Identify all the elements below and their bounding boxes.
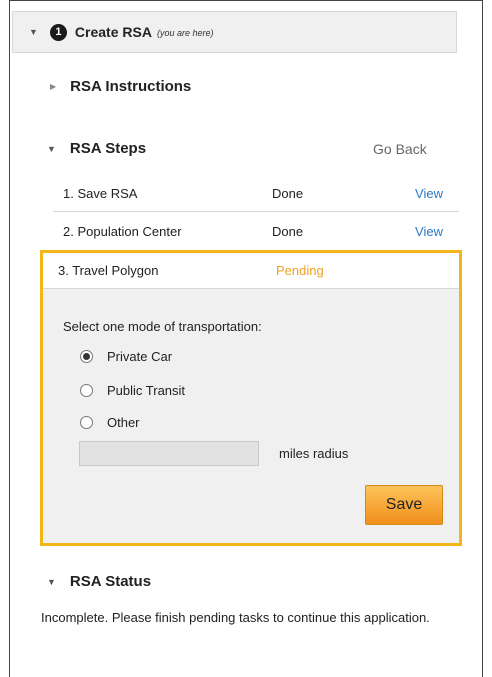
rsa-instructions-toggle[interactable]: ▶ RSA Instructions xyxy=(50,78,191,95)
save-button[interactable]: Save xyxy=(365,485,443,525)
view-link[interactable]: View xyxy=(415,224,443,239)
create-rsa-header[interactable]: ▼ 1 Create RSA (you are here) xyxy=(12,11,457,53)
step-name: 2. Population Center xyxy=(63,223,182,239)
rsa-steps-toggle[interactable]: ▼ RSA Steps xyxy=(47,140,146,157)
rsa-instructions-label: RSA Instructions xyxy=(70,78,192,95)
radio-option-private-car[interactable]: Private Car xyxy=(80,349,172,364)
radio-button[interactable] xyxy=(80,416,93,429)
rsa-status-toggle[interactable]: ▼ RSA Status xyxy=(47,573,151,590)
radio-button[interactable] xyxy=(80,350,93,363)
step-number-badge: 1 xyxy=(49,23,67,41)
header-title: Create RSA xyxy=(74,24,152,40)
step-row: 2. Population Center Done View xyxy=(53,213,459,249)
step-name: 3. Travel Polygon xyxy=(58,263,159,278)
chevron-down-icon: ▼ xyxy=(47,143,56,154)
step-row: 1. Save RSA Done View xyxy=(53,176,459,212)
step-status-pending: Pending xyxy=(276,263,324,278)
radio-button[interactable] xyxy=(80,384,93,397)
step-name: 1. Save RSA xyxy=(63,186,138,201)
radio-option-public-transit[interactable]: Public Transit xyxy=(80,383,185,398)
step-status: Done xyxy=(272,223,304,239)
chevron-down-icon: ▼ xyxy=(47,576,56,587)
header-subtitle: (you are here) xyxy=(156,28,214,38)
miles-radius-input[interactable] xyxy=(79,441,259,466)
miles-radius-label: miles radius xyxy=(279,446,349,461)
radio-label: Other xyxy=(107,415,140,430)
go-back-link[interactable]: Go Back xyxy=(373,141,427,157)
radio-selected-dot xyxy=(83,353,90,360)
transport-prompt: Select one mode of transportation: xyxy=(63,319,262,334)
rsa-steps-label: RSA Steps xyxy=(69,140,147,157)
step-row: 3. Travel Polygon Pending xyxy=(43,253,459,289)
rsa-status-label: RSA Status xyxy=(69,573,152,590)
radio-option-other[interactable]: Other xyxy=(80,415,140,430)
status-message: Incomplete. Please finish pending tasks … xyxy=(41,610,430,625)
travel-polygon-panel: 3. Travel Polygon Pending Select one mod… xyxy=(40,250,462,546)
view-link[interactable]: View xyxy=(415,186,443,201)
chevron-right-icon: ▶ xyxy=(50,82,57,91)
radio-label: Private Car xyxy=(107,349,173,364)
step-status: Done xyxy=(272,186,304,201)
chevron-down-icon: ▼ xyxy=(29,27,38,37)
radio-label: Public Transit xyxy=(107,383,186,398)
